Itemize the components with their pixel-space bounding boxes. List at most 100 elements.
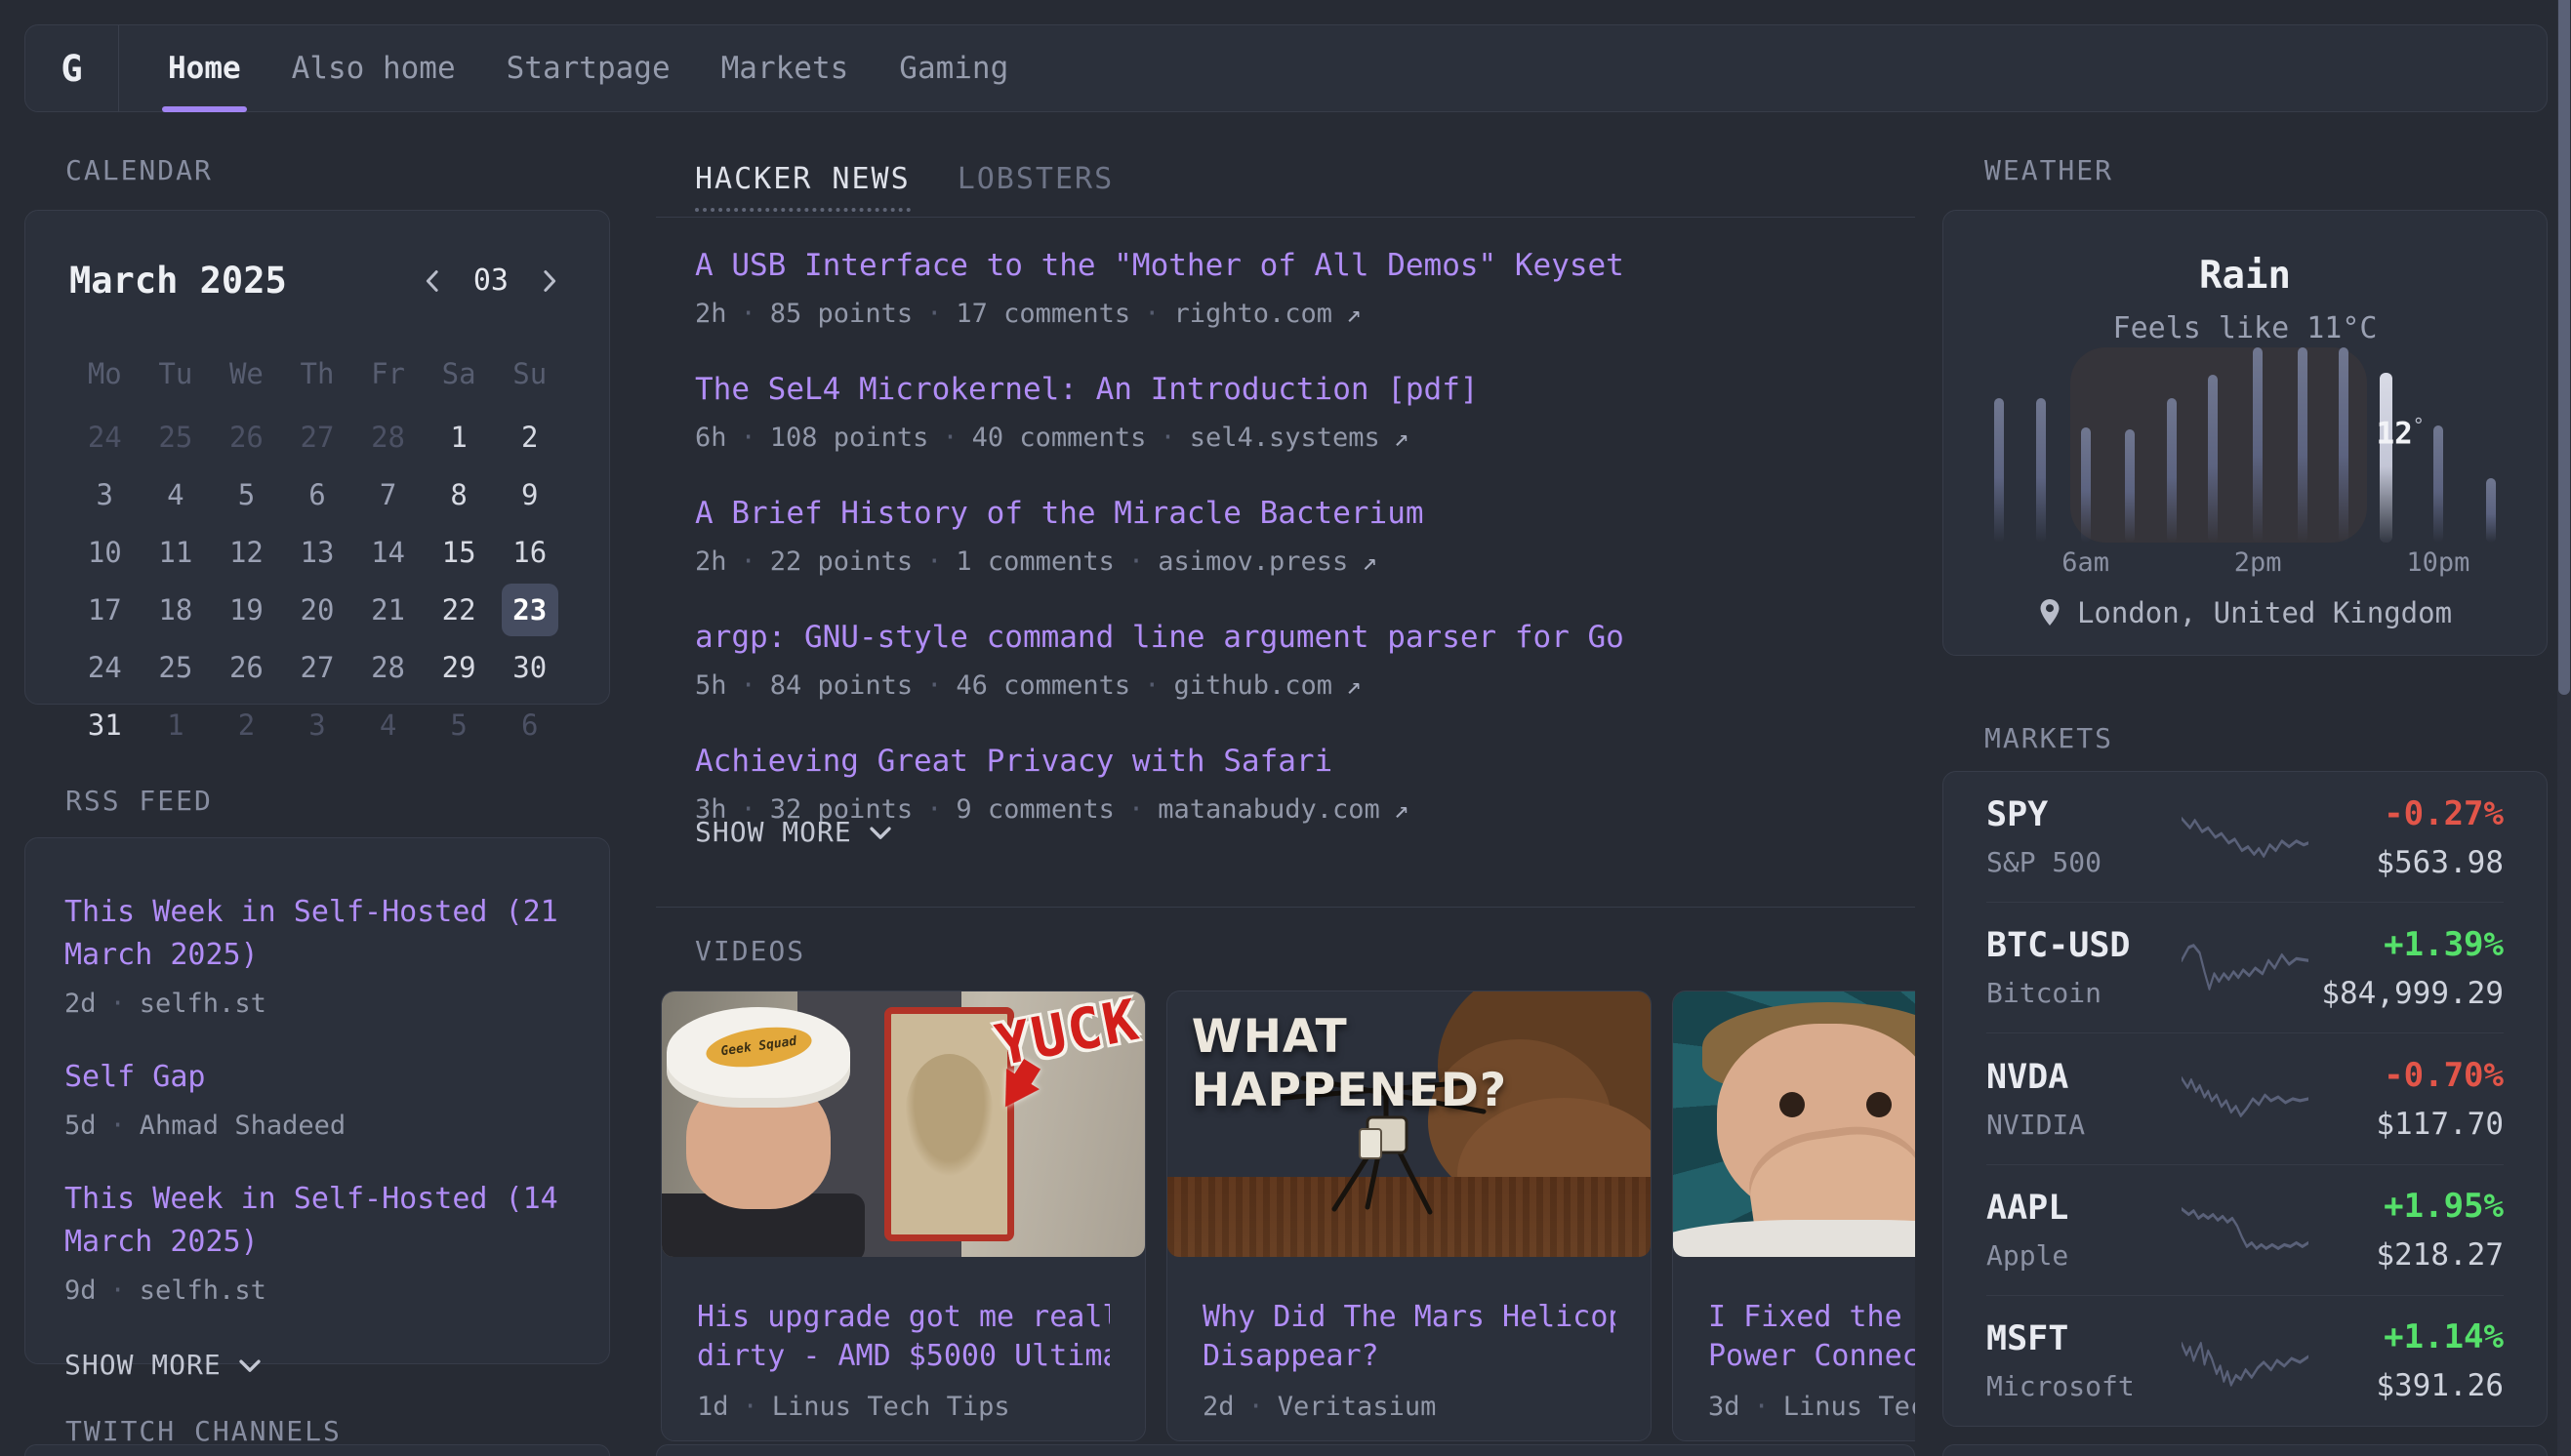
video-thumbnail[interactable]: DO TH T: [1673, 991, 1915, 1257]
market-name: Microsoft: [1986, 1370, 2182, 1402]
calendar-day: 28: [352, 408, 424, 465]
news-source-tab[interactable]: LOBSTERS: [958, 162, 1115, 212]
calendar-day: 24: [69, 408, 141, 465]
video-title-line[interactable]: Disappear?: [1203, 1337, 1615, 1376]
market-row[interactable]: AAPL Apple +1.95% $218.27: [1986, 1165, 2504, 1296]
news-item-comments[interactable]: 17 comments: [956, 299, 1130, 329]
market-change: -0.70%: [2308, 1056, 2504, 1095]
separator-dot: [926, 546, 942, 577]
rss-item: This Week in Self-Hosted (14 March 2025)…: [64, 1178, 570, 1306]
calendar-day: 15: [424, 523, 495, 581]
rss-item-age: 5d: [64, 1111, 97, 1141]
external-link-icon: ↗: [1346, 671, 1362, 701]
video-age: 2d: [1203, 1392, 1235, 1422]
calendar-day: 18: [141, 581, 212, 638]
market-row[interactable]: SPY S&P 500 -0.27% $563.98: [1986, 772, 2504, 903]
calendar-day: 12: [211, 523, 282, 581]
news-item-domain[interactable]: matanabudy.com: [1158, 794, 1380, 825]
nav-tab[interactable]: Also home: [292, 25, 456, 111]
separator-dot: [926, 299, 942, 329]
nav-tab[interactable]: Markets: [721, 25, 849, 111]
calendar-day: 1: [141, 696, 212, 753]
news-item-title[interactable]: A Brief History of the Miracle Bacterium: [695, 494, 1876, 533]
weekday-label: Fr: [352, 344, 424, 402]
separator-dot: [741, 423, 756, 453]
twitch-section-label: TWITCH CHANNELS: [65, 1415, 342, 1447]
separator-dot: [110, 989, 126, 1019]
calendar-day: 5: [211, 465, 282, 523]
calendar-month-title: March 2025: [69, 260, 287, 302]
weather-axis-label: 2pm: [2234, 543, 2282, 582]
news-item-title[interactable]: A USB Interface to the "Mother of All De…: [695, 246, 1876, 285]
video-card[interactable]: DO TH T I Fixed the 5090 Melting Power C…: [1672, 991, 1915, 1441]
news-item-comments[interactable]: 40 comments: [972, 423, 1147, 453]
news-item-title[interactable]: The SeL4 Microkernel: An Introduction [p…: [695, 370, 1876, 409]
market-sparkline: [2182, 809, 2308, 866]
video-title-line[interactable]: Why Did The Mars Helicopter: [1203, 1298, 1615, 1337]
separator-dot: [1248, 1392, 1264, 1422]
video-title-line[interactable]: I Fixed the 5090 Melting: [1708, 1298, 1915, 1337]
rss-item-title[interactable]: This Week in Self-Hosted (14 March 2025): [64, 1178, 570, 1264]
rss-item-age: 9d: [64, 1275, 97, 1306]
news-item-domain[interactable]: righto.com: [1173, 299, 1332, 329]
news-item-comments[interactable]: 9 comments: [956, 794, 1115, 825]
video-channel: Linus Tech Tips: [1783, 1392, 1915, 1422]
market-ticker: SPY: [1986, 795, 2182, 834]
news-item-comments[interactable]: 1 comments: [956, 546, 1115, 577]
news-item-domain[interactable]: github.com: [1173, 670, 1332, 701]
market-row[interactable]: NVDA NVIDIA -0.70% $117.70: [1986, 1033, 2504, 1164]
news-source-tab[interactable]: HACKER NEWS: [695, 162, 911, 212]
calendar-next-icon[interactable]: [532, 264, 565, 298]
news-item-comments[interactable]: 46 comments: [956, 670, 1130, 701]
markets-section-label: MARKETS: [1984, 722, 2113, 754]
news-show-more-button[interactable]: SHOW MORE: [695, 816, 893, 848]
calendar-day: 19: [211, 581, 282, 638]
video-card[interactable]: WHAT HAPPENED? Why Did The Mars Helicopt…: [1166, 991, 1652, 1441]
weekday-label: Tu: [141, 344, 212, 402]
news-source-tabs: HACKER NEWS LOBSTERS: [695, 162, 1114, 212]
weather-hour-slot: 2pm: [2234, 347, 2282, 582]
market-row[interactable]: MSFT Microsoft +1.14% $391.26: [1986, 1296, 2504, 1426]
market-ticker: NVDA: [1986, 1058, 2182, 1097]
calendar-day: 23: [494, 581, 565, 638]
video-thumbnail[interactable]: WHAT HAPPENED?: [1167, 991, 1651, 1257]
nav-tab[interactable]: Startpage: [507, 25, 671, 111]
news-item-title[interactable]: argp: GNU-style command line argument pa…: [695, 618, 1876, 657]
video-title-line[interactable]: His upgrade got me really: [697, 1298, 1110, 1337]
market-change: -0.27%: [2308, 794, 2504, 833]
weather-temp-bar: [2081, 427, 2091, 543]
video-channel: Veritasium: [1278, 1392, 1437, 1422]
calendar-day: 20: [282, 581, 353, 638]
market-row[interactable]: BTC-USD Bitcoin +1.39% $84,999.29: [1986, 903, 2504, 1033]
news-item-domain[interactable]: sel4.systems: [1190, 423, 1380, 453]
separator-dot: [1128, 794, 1144, 825]
nav-tab[interactable]: Gaming: [899, 25, 1008, 111]
video-title-line[interactable]: Power Connector Problem: [1708, 1337, 1915, 1376]
weather-hour-slot: [2151, 347, 2193, 582]
rss-show-more-button[interactable]: SHOW MORE: [64, 1349, 570, 1381]
news-item-age: 5h: [695, 670, 727, 701]
separator-dot: [743, 1392, 758, 1422]
calendar-day: 2: [494, 408, 565, 465]
dirty-filter-graphic: [884, 1007, 1015, 1240]
news-item-title[interactable]: Achieving Great Privacy with Safari: [695, 742, 1876, 781]
market-price: $218.27: [2308, 1237, 2504, 1273]
clipped-card-top: [656, 1444, 1915, 1456]
videos-row: Geek Squad YUCK His upgrade got me reall…: [661, 991, 1915, 1441]
weather-hour-slot: [2020, 347, 2062, 582]
scrollbar-thumb[interactable]: [2558, 0, 2570, 695]
news-item-domain[interactable]: asimov.press: [1158, 546, 1348, 577]
weekday-label: Sa: [424, 344, 495, 402]
rss-item-title[interactable]: This Week in Self-Hosted (21 March 2025): [64, 891, 570, 977]
video-thumbnail[interactable]: Geek Squad YUCK: [662, 991, 1145, 1257]
rss-item-title[interactable]: Self Gap: [64, 1056, 570, 1099]
external-link-icon: ↗: [1394, 424, 1409, 453]
video-title-line[interactable]: dirty - AMD $5000 Ultimate…: [697, 1337, 1110, 1376]
app-logo[interactable]: G: [25, 25, 119, 111]
calendar-prev-icon[interactable]: [417, 264, 450, 298]
news-item: The SeL4 Microkernel: An Introduction [p…: [695, 370, 1876, 453]
nav-tab[interactable]: Home: [168, 25, 241, 111]
video-card[interactable]: Geek Squad YUCK His upgrade got me reall…: [661, 991, 1146, 1441]
news-item-points: 84 points: [770, 670, 913, 701]
calendar-weekday-row: MoTuWeThFrSaSu: [69, 344, 565, 402]
